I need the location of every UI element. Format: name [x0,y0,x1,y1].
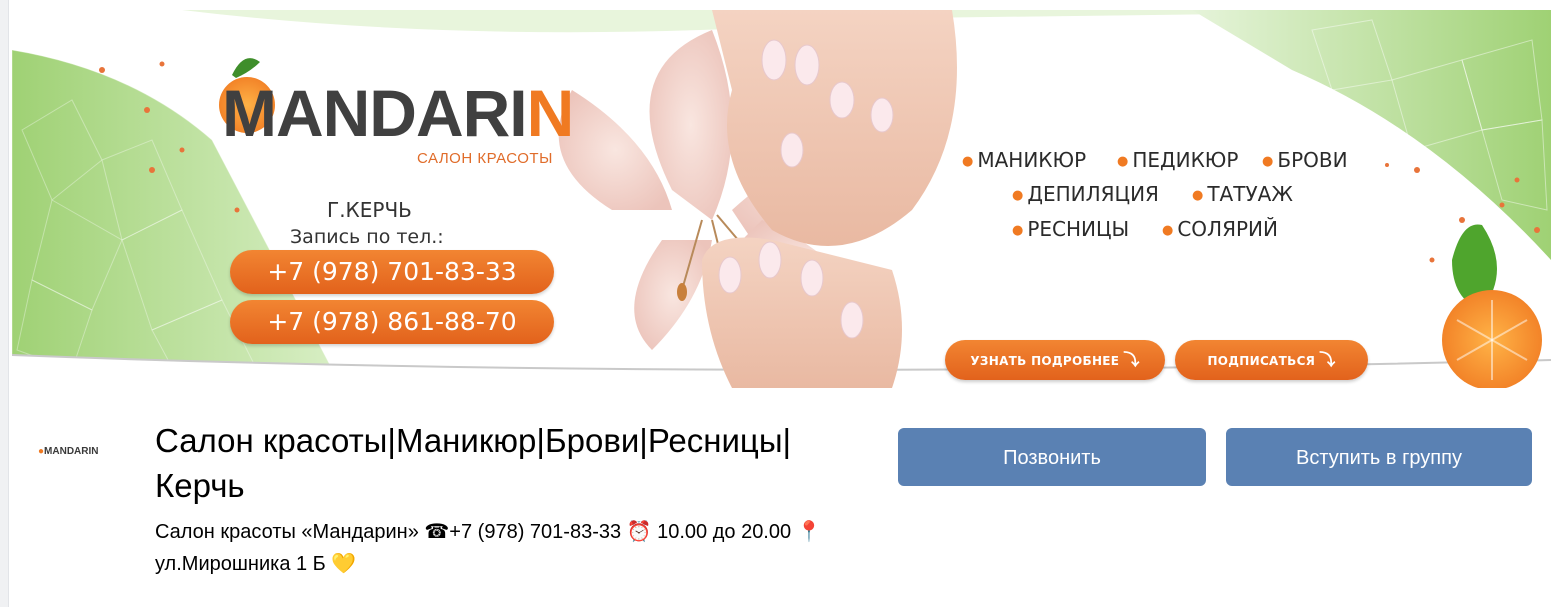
arrow-down-icon: ⤵ [1319,350,1336,369]
service-manicure: МАНИКЮР [962,148,1086,172]
group-title: Салон красоты|Маникюр|Брови|Ресницы|Керч… [155,422,792,504]
city-label: Г.КЕРЧЬ [327,198,412,222]
booking-label: Запись по тел.: [290,226,444,248]
left-frame-border [0,0,9,607]
service-depilation: ДЕПИЛЯЦИЯ [1012,182,1159,206]
cover-subscribe-badge: ПОДПИСАТЬСЯ ⤵ [1175,340,1368,380]
service-lashes: РЕСНИЦЫ [1012,217,1129,241]
service-solarium: СОЛЯРИЙ [1162,217,1278,241]
brand-name-main: MANDARI [222,76,528,150]
cover-subscribe-label: ПОДПИСАТЬСЯ [1207,354,1316,368]
avatar-text: MANDARIN [44,446,99,457]
join-group-button[interactable]: Вступить в группу [1226,428,1532,486]
phone-pill-2: +7 (978) 861-88-70 [230,300,554,344]
phone-pill-1: +7 (978) 701-83-33 [230,250,554,294]
service-pedicure: ПЕДИКЮР [1117,148,1238,172]
service-brows: БРОВИ [1262,148,1347,172]
call-button[interactable]: Позвонить [898,428,1206,486]
arrow-down-icon: ⤵ [1123,350,1140,369]
cover-learn-more-badge: УЗНАТЬ ПОДРОБНЕЕ ⤵ [945,340,1165,380]
brand-name-last-letter: N [526,76,575,150]
service-tattoo: ТАТУАЖ [1192,182,1293,206]
cover-learn-more-label: УЗНАТЬ ПОДРОБНЕЕ [970,354,1120,368]
brand-subtitle: САЛОН КРАСОТЫ [417,150,553,167]
brand-logo-text: MANDARIN [222,80,574,146]
group-description: Салон красоты «Мандарин» ☎+7 (978) 701-8… [155,521,822,575]
cover-banner: MANDARIN САЛОН КРАСОТЫ Г.КЕРЧЬ Запись по… [12,10,1551,388]
group-avatar[interactable]: ●MANDARIN [38,440,130,464]
